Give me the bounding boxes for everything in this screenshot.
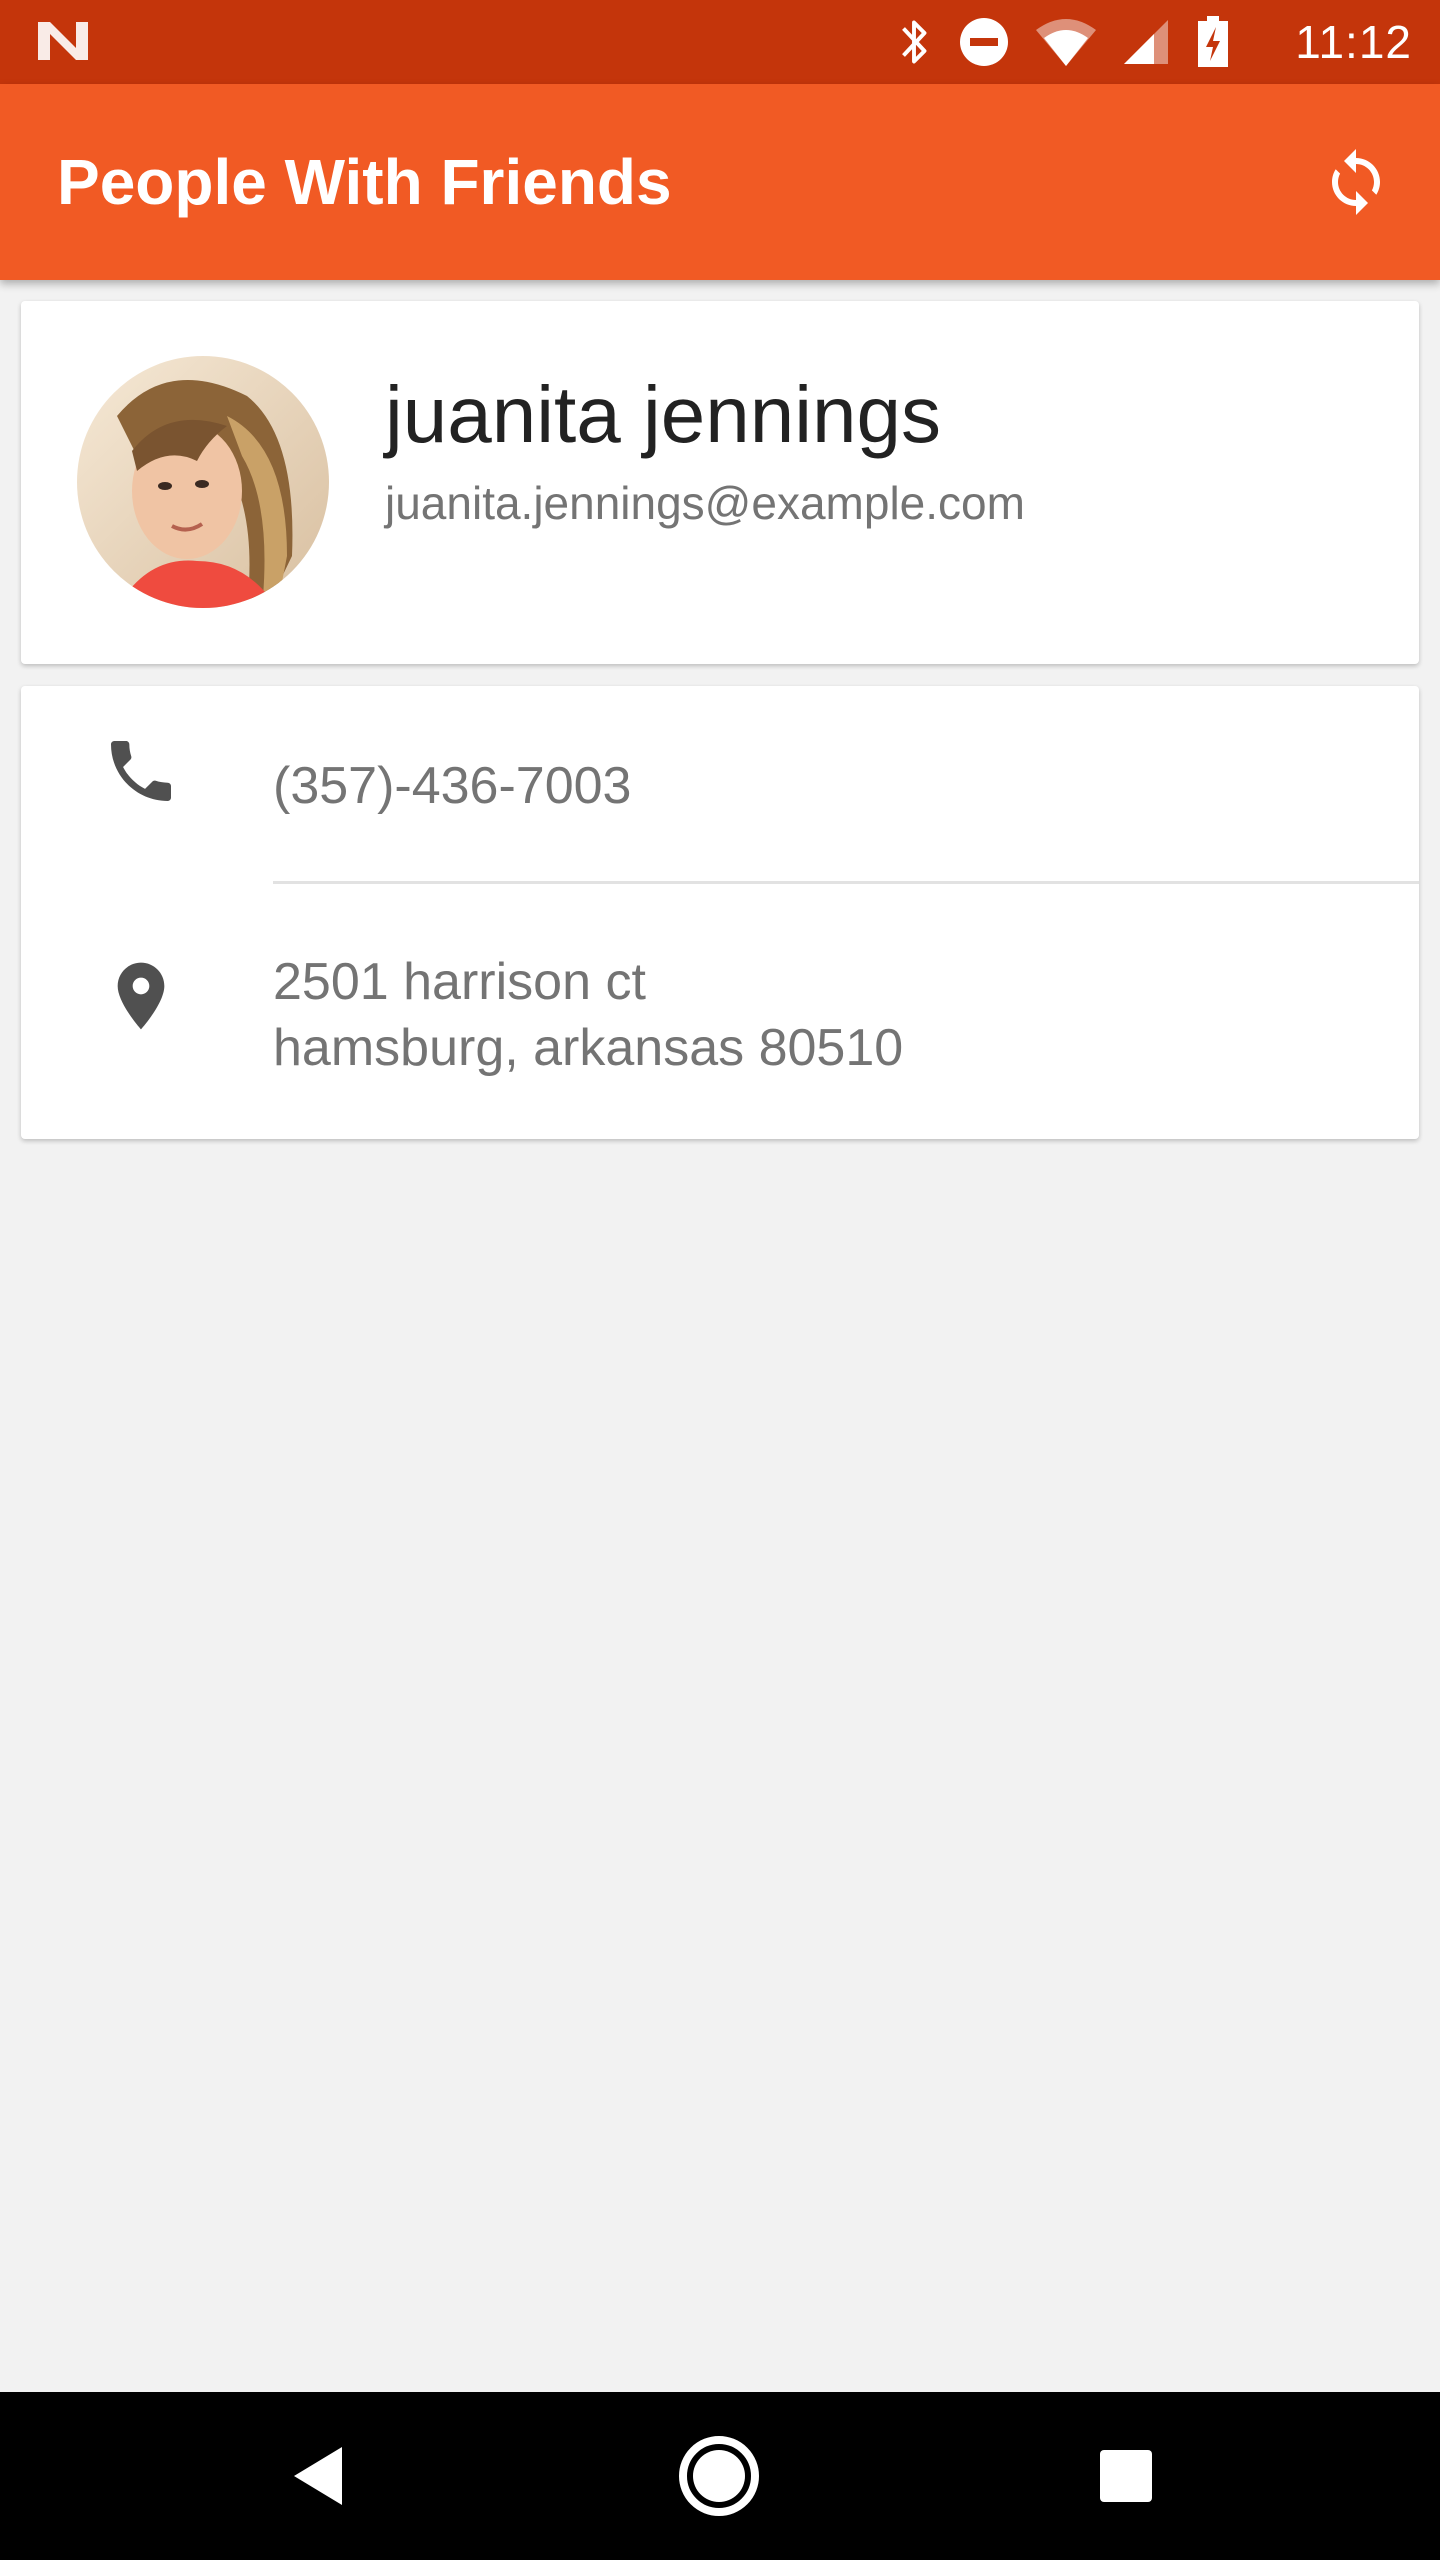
address-icon-wrap <box>81 936 201 1056</box>
avatar <box>77 356 329 608</box>
recents-button[interactable] <box>1066 2416 1186 2536</box>
home-icon <box>679 2436 759 2516</box>
back-icon <box>294 2447 342 2505</box>
contact-email[interactable]: juanita.jennings@example.com <box>385 476 1025 530</box>
address-line-1: 2501 harrison ct <box>273 953 646 1011</box>
back-button[interactable] <box>258 2416 378 2536</box>
contact-details-card: (357)-436-7003 2501 harrison ct hamsburg… <box>21 686 1419 1139</box>
status-icons <box>896 14 1230 70</box>
app-bar: People With Friends <box>0 84 1440 280</box>
location-pin-icon <box>117 962 165 1030</box>
notification-n-icon <box>38 22 88 60</box>
address-line-2: hamsburg, arkansas 80510 <box>273 1019 904 1077</box>
phone-icon <box>111 741 171 801</box>
phone-number[interactable]: (357)-436-7003 <box>273 756 631 816</box>
do-not-disturb-icon <box>960 18 1008 66</box>
home-button[interactable] <box>659 2416 779 2536</box>
recents-icon <box>1100 2450 1152 2502</box>
contact-name: juanita jennings <box>385 370 941 459</box>
refresh-icon <box>1332 149 1380 215</box>
bluetooth-icon <box>902 20 927 64</box>
status-time: 11:12 <box>1295 16 1412 68</box>
phone-icon-wrap <box>81 711 201 831</box>
refresh-button[interactable] <box>1308 134 1404 230</box>
wifi-icon <box>1036 19 1096 66</box>
status-bar: 11:12 <box>0 0 1440 84</box>
navigation-bar <box>0 2392 1440 2560</box>
app-title: People With Friends <box>57 146 672 218</box>
battery-charging-icon <box>1198 16 1228 67</box>
divider <box>273 881 1419 884</box>
cell-signal-icon <box>1124 20 1168 64</box>
profile-card: juanita jennings juanita.jennings@exampl… <box>21 301 1419 664</box>
address[interactable]: 2501 harrison ct hamsburg, arkansas 8051… <box>273 949 903 1081</box>
